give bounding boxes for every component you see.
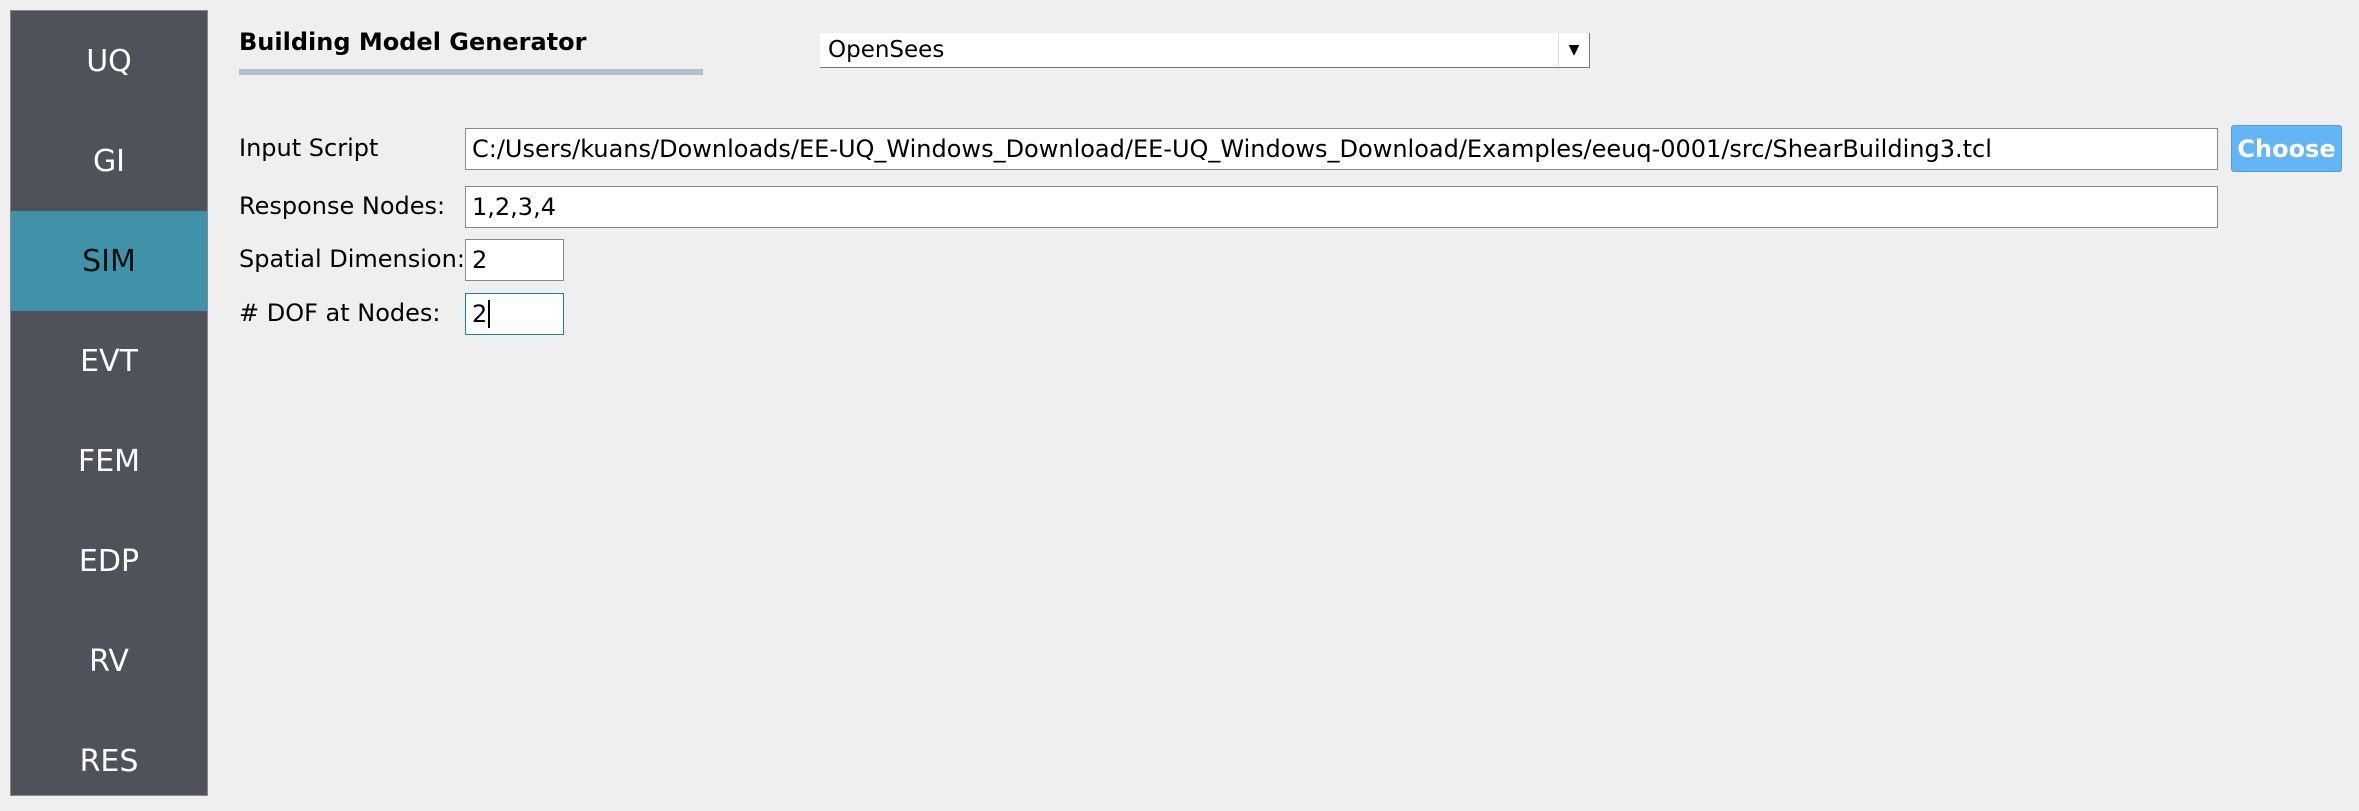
input-script-field[interactable]: C:/Users/kuans/Downloads/EE-UQ_Windows_D…	[465, 128, 2218, 170]
input-script-label: Input Script	[239, 134, 379, 162]
sidebar-item-edp[interactable]: EDP	[11, 511, 207, 611]
response-nodes-value: 1,2,3,4	[472, 193, 556, 221]
spatial-dimension-label: Spatial Dimension:	[239, 245, 465, 273]
sidebar-item-uq[interactable]: UQ	[11, 11, 207, 111]
text-cursor	[488, 300, 491, 328]
sidebar-item-gi[interactable]: GI	[11, 111, 207, 211]
dof-at-nodes-label: # DOF at Nodes:	[239, 299, 441, 327]
sidebar-item-evt[interactable]: EVT	[11, 311, 207, 411]
sidebar: UQ GI SIM EVT FEM EDP RV RES	[10, 10, 208, 796]
choose-button[interactable]: Choose	[2231, 125, 2342, 172]
sidebar-item-sim[interactable]: SIM	[11, 211, 207, 311]
dof-at-nodes-field[interactable]: 2	[465, 293, 564, 335]
dof-at-nodes-value: 2	[472, 300, 488, 328]
response-nodes-label: Response Nodes:	[239, 192, 446, 220]
chevron-down-icon[interactable]: ▼	[1558, 33, 1589, 67]
sidebar-item-fem[interactable]: FEM	[11, 411, 207, 511]
sidebar-item-res[interactable]: RES	[11, 711, 207, 811]
title-underline	[239, 69, 703, 75]
response-nodes-field[interactable]: 1,2,3,4	[465, 186, 2218, 228]
input-script-value: C:/Users/kuans/Downloads/EE-UQ_Windows_D…	[472, 135, 1992, 163]
generator-select-value: OpenSees	[828, 37, 945, 63]
sidebar-item-rv[interactable]: RV	[11, 611, 207, 711]
spatial-dimension-field[interactable]: 2	[465, 239, 564, 281]
generator-select[interactable]: OpenSees ▼	[820, 33, 1590, 68]
spatial-dimension-value: 2	[472, 246, 488, 274]
page-title: Building Model Generator	[239, 28, 587, 56]
